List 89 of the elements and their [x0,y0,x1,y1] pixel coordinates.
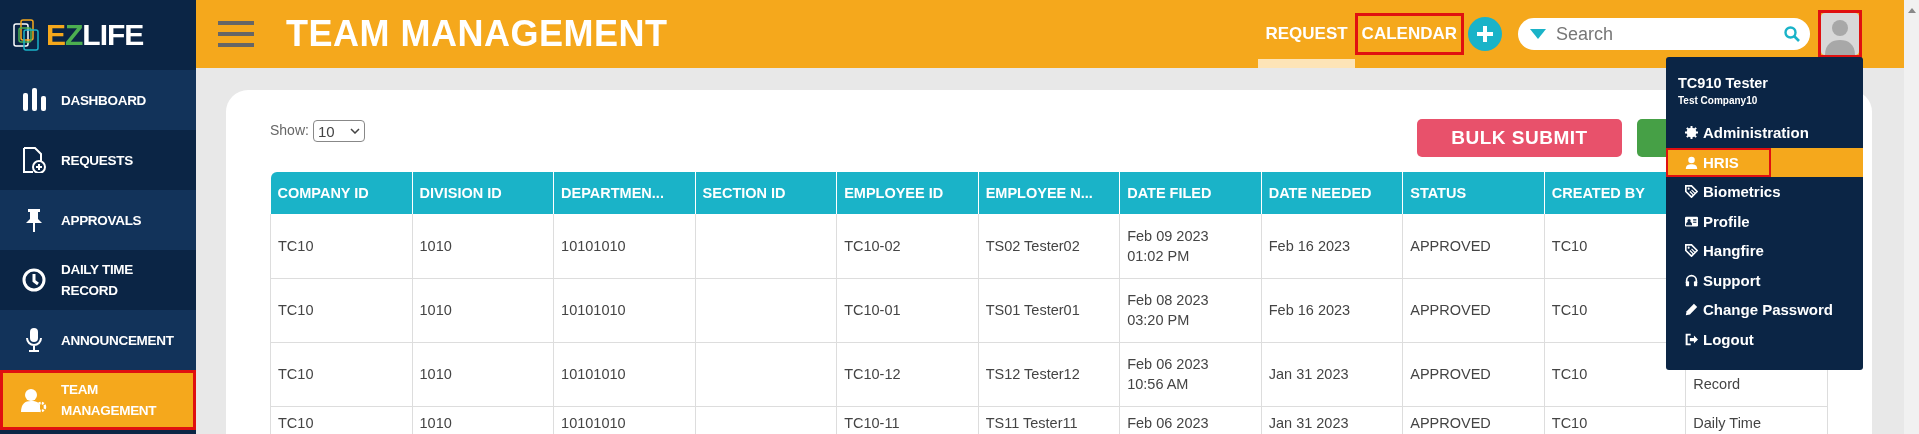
sidebar-item[interactable]: APPROVALS [0,190,196,250]
tags-icon [1685,185,1698,199]
table-cell: TC10 [278,414,314,431]
table-cell: Jan 31 2023 [1268,414,1349,431]
bar-chart-icon [21,87,47,113]
column-header[interactable]: SECTION ID [695,172,837,214]
column-header[interactable]: COMPANY ID [270,172,413,214]
menu-item[interactable]: Logout [1666,324,1762,354]
table-cell: Record [1693,375,1741,392]
sidebar-item[interactable]: DAILY TIME RECORD [0,250,196,310]
scrollbar[interactable] [1904,0,1919,434]
table-cell: TC10 [1551,302,1588,318]
show-label: Show: [270,122,309,138]
column-header[interactable]: DIVISION ID [412,172,554,214]
headset-icon [1685,273,1698,287]
page-size-select[interactable]: 10 [312,120,365,142]
table-cell: Feb 16 2023 [1268,237,1351,254]
bulk-submit-button[interactable]: BULK SUBMIT [1417,119,1622,157]
column-header[interactable]: STATUS [1402,172,1545,214]
table-cell: Feb 08 2023 03:20 PM [1127,292,1209,328]
column-header[interactable]: EMPLOYEE N... [978,172,1120,214]
table-cell: 1010 [419,366,452,382]
logout-icon [1685,332,1698,346]
table-cell: Feb 06 2023 10:56 AM [1127,356,1209,392]
table-cell: APPROVED [1410,414,1491,431]
pencil-icon [1685,303,1698,317]
logo-text: EZLIFE [46,18,144,52]
menu-item[interactable]: Hangfire [1666,236,1772,266]
table-cell: TC10-02 [844,237,901,254]
table-cell: 1010 [419,414,452,431]
user-gear-icon [21,387,47,413]
user-name: TC910 Tester [1677,75,1768,91]
sidebar-item[interactable]: ANNOUNCEMENT [0,310,196,370]
table-cell: TC10-12 [844,366,901,382]
table-cell: 10101010 [561,237,626,254]
table-cell: 10101010 [561,302,626,318]
table-cell: 1010 [419,302,452,318]
search-icon[interactable] [1784,26,1800,42]
table-cell: 10101010 [561,414,626,431]
document-plus-icon [21,147,47,173]
menu-item[interactable]: HRIS [1666,147,1771,177]
column-header[interactable]: DEPARTMEN... [553,172,696,214]
plus-icon [1476,25,1494,43]
table-cell: TC10 [278,302,314,318]
table-cell: Daily Time [1693,414,1761,431]
table-cell: TS01 Tester01 [985,302,1080,318]
chevron-icon [349,128,360,134]
table-cell: Feb 09 2023 01:02 PM [1127,227,1209,264]
add-button[interactable] [1468,17,1502,51]
company-name: Test Company10 [1677,95,1758,106]
table-cell: Feb 16 2023 [1268,302,1351,318]
table-cell: TC10-01 [844,302,901,318]
menu-item[interactable]: Administration [1666,118,1817,148]
column-header[interactable]: EMPLOYEE ID [836,172,979,214]
table-cell: 1010 [419,237,452,254]
avatar-button[interactable] [1818,10,1862,58]
table-cell: APPROVED [1410,237,1491,254]
logo-icon [12,18,42,52]
table-cell: TS02 Tester02 [985,237,1080,254]
tags-icon [1685,244,1698,258]
table-cell: APPROVED [1410,366,1491,382]
clock-icon [21,267,47,293]
table-cell: TC10 [278,366,314,382]
search-field[interactable]: Search [1518,18,1810,50]
table-cell: TC10 [1551,237,1588,254]
sidebar-item[interactable]: REQUESTS [0,130,196,190]
table-cell: TS11 Tester11 [985,414,1078,431]
table-cell: TS12 Tester12 [985,366,1080,382]
menu-item[interactable]: Change Password [1666,295,1842,325]
sidebar-item[interactable]: TEAM MANAGEMENT [0,370,196,430]
id-card-icon [1685,214,1698,228]
table-cell: Jan 31 2023 [1268,366,1349,382]
arrow-up-icon[interactable] [1907,8,1916,13]
table-cell: 10101010 [561,366,626,382]
sidebar-item[interactable]: DASHBOARD [0,70,196,130]
user-icon [1685,155,1698,169]
column-header[interactable]: DATE FILED [1119,172,1262,214]
table-cell: TC10 [1551,414,1588,431]
table-cell: Feb 06 2023 [1127,414,1209,431]
column-header[interactable]: DATE NEEDED [1261,172,1403,214]
table-cell: TC10 [1551,366,1588,382]
menu-icon[interactable] [218,20,254,48]
caret-icon[interactable] [1530,29,1546,39]
gear-icon [1685,126,1698,140]
table-cell: TC10-11 [844,414,900,431]
table-cell: APPROVED [1410,302,1491,318]
table-cell: TC10 [278,237,314,254]
page-title: TEAM MANAGEMENT [286,13,669,55]
menu-item[interactable]: Support [1666,265,1769,295]
